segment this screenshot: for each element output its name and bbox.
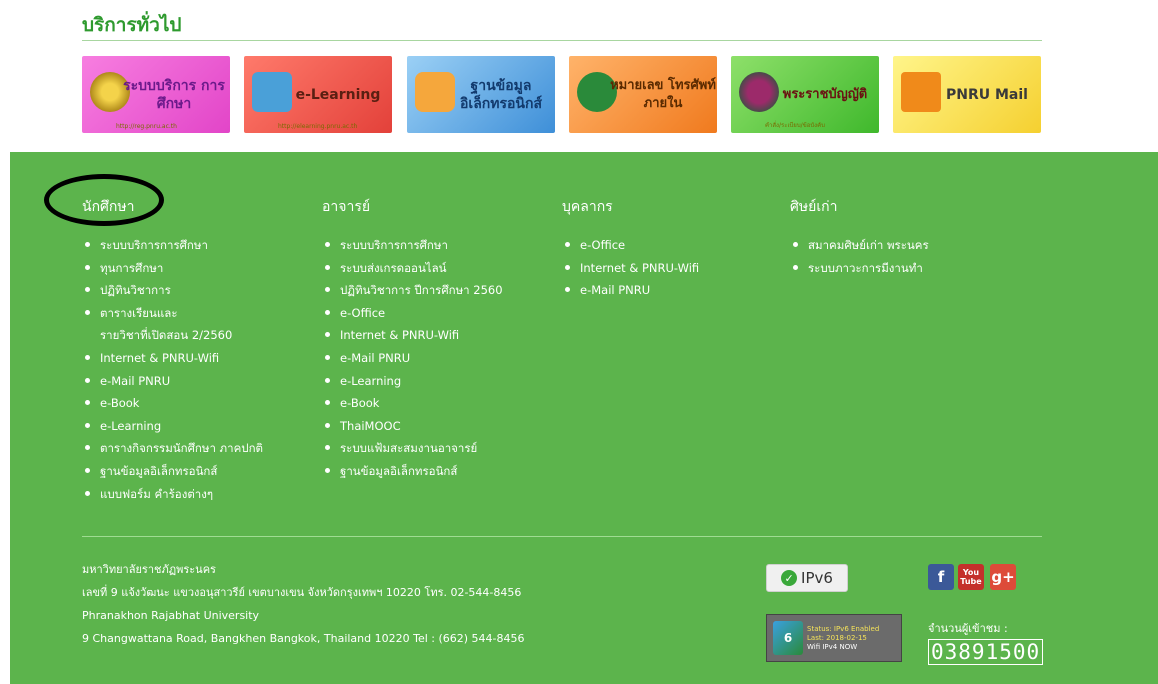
banner-regulations[interactable]: พระราชบัญญัติ คำสั่ง/ระเบียบ/ข้อบังคับ <box>731 56 879 133</box>
footer-link[interactable]: e-Book <box>82 392 263 415</box>
footer-link[interactable]: Internet & PNRU-Wifi <box>322 324 503 347</box>
staff-column: บุคลากร e-Office Internet & PNRU-Wifi e-… <box>562 196 699 302</box>
computer-icon <box>252 72 292 112</box>
footer-link[interactable]: Internet & PNRU-Wifi <box>562 257 699 280</box>
link-line-2: รายวิชาที่เปิดสอน 2/2560 <box>100 328 233 343</box>
footer-link[interactable]: e-Learning <box>82 415 263 438</box>
banner-label: ฐานข้อมูล อิเล็กทรอนิกส์ <box>460 77 542 112</box>
banner-label: PNRU Mail <box>946 86 1028 103</box>
banner-pnru-mail[interactable]: PNRU Mail <box>893 56 1041 133</box>
google-plus-icon[interactable]: g+ <box>990 564 1016 590</box>
address-block: มหาวิทยาลัยราชภัฏพระนคร เลขที่ 9 แจ้งวัฒ… <box>82 558 525 650</box>
banner-label: หมายเลข โทรศัพท์ภายใน <box>610 77 716 111</box>
footer-link[interactable]: e-Office <box>322 302 503 325</box>
teachers-column: อาจารย์ ระบบบริการการศึกษา ระบบส่งเกรดออ… <box>322 196 503 483</box>
youtube-icon[interactable]: You Tube <box>958 564 984 590</box>
footer-link[interactable]: สมาคมศิษย์เก่า พระนคร <box>790 234 929 257</box>
column-heading: อาจารย์ <box>322 199 371 215</box>
footer-link[interactable]: แบบฟอร์ม คำร้องต่างๆ <box>82 483 263 506</box>
banner-e-database[interactable]: ฐานข้อมูล อิเล็กทรอนิกส์ <box>407 56 555 133</box>
seal-icon <box>739 72 779 112</box>
footer-link[interactable]: e-Mail PNRU <box>82 370 263 393</box>
ipv6-label: IPv6 <box>801 569 833 587</box>
column-heading: นักศึกษา <box>82 199 135 215</box>
facebook-icon[interactable]: f <box>928 564 954 590</box>
banner-url: http://elearning.pnru.ac.th <box>278 123 358 130</box>
alumni-column: ศิษย์เก่า สมาคมศิษย์เก่า พระนคร ระบบภาวะ… <box>790 196 929 279</box>
footer-link[interactable]: ทุนการศึกษา <box>82 257 263 280</box>
banner-elearning[interactable]: e-Learning http://elearning.pnru.ac.th <box>244 56 392 133</box>
link-line-1: ตารางเรียนและ <box>100 305 178 320</box>
footer-link[interactable]: ระบบบริการการศึกษา <box>322 234 503 257</box>
checkmark-icon: ✓ <box>781 570 798 586</box>
banner-label: ระบบบริการ การศึกษา <box>123 77 225 112</box>
footer-link[interactable]: ฐานข้อมูลอิเล็กทรอนิกส์ <box>82 460 263 483</box>
footer-link[interactable]: e-Office <box>562 234 699 257</box>
footer-link[interactable]: e-Learning <box>322 370 503 393</box>
address-line: 9 Changwattana Road, Bangkhen Bangkok, T… <box>82 632 525 645</box>
ipv6-logo-icon: 6 <box>773 621 803 655</box>
footer: นักศึกษา ระบบบริการการศึกษา ทุนการศึกษา … <box>10 152 1158 684</box>
column-heading: บุคลากร <box>562 199 613 215</box>
footer-link[interactable]: ระบบแฟ้มสะสมงานอาจารย์ <box>322 437 503 460</box>
section-title: บริการทั่วไป <box>82 14 182 36</box>
address-line: มหาวิทยาลัยราชภัฏพระนคร <box>82 563 216 576</box>
ipv6-badge[interactable]: ✓ IPv6 <box>766 564 848 592</box>
footer-link[interactable]: ThaiMOOC <box>322 415 503 438</box>
footer-link[interactable]: e-Mail PNRU <box>562 279 699 302</box>
column-heading: ศิษย์เก่า <box>790 199 838 215</box>
address-line: Phranakhon Rajabhat University <box>82 609 260 622</box>
footer-link[interactable]: ปฏิทินวิชาการ ปีการศึกษา 2560 <box>322 279 503 302</box>
services-section: บริการทั่วไป ระบบบริการ การศึกษา http://… <box>0 0 1158 152</box>
footer-link[interactable]: ระบบส่งเกรดออนไลน์ <box>322 257 503 280</box>
footer-link[interactable]: ตารางกิจกรรมนักศึกษา ภาคปกติ <box>82 437 263 460</box>
footer-link[interactable]: ระบบภาวะการมีงานทำ <box>790 257 929 280</box>
status-note: Wifi IPv4 NOW <box>807 642 858 651</box>
banner-phone-directory[interactable]: หมายเลข โทรศัพท์ภายใน <box>569 56 717 133</box>
banner-url: http://reg.pnru.ac.th <box>116 123 177 130</box>
footer-link[interactable]: e-Mail PNRU <box>322 347 503 370</box>
status-lines: Status: IPv6 Enabled Last: 2018-02-15 Wi… <box>807 625 879 652</box>
visitor-counter-label: จำนวนผู้เข้าชม : <box>928 622 1008 635</box>
status-last: Last: 2018-02-15 <box>807 633 867 642</box>
footer-link[interactable]: ปฏิทินวิชาการ <box>82 279 263 302</box>
footer-link[interactable]: e-Book <box>322 392 503 415</box>
banner-subtitle: คำสั่ง/ระเบียบ/ข้อบังคับ <box>765 122 825 129</box>
footer-link[interactable]: ตารางเรียนและรายวิชาที่เปิดสอน 2/2560 <box>82 302 263 347</box>
footer-link[interactable]: ระบบบริการการศึกษา <box>82 234 263 257</box>
ipv6-status-box[interactable]: 6 Status: IPv6 Enabled Last: 2018-02-15 … <box>766 614 902 662</box>
footer-link[interactable]: Internet & PNRU-Wifi <box>82 347 263 370</box>
visitor-counter: 03891500 <box>928 639 1044 665</box>
address-line: เลขที่ 9 แจ้งวัฒนะ แขวงอนุสาวรีย์ เขตบาง… <box>82 586 522 599</box>
students-column: นักศึกษา ระบบบริการการศึกษา ทุนการศึกษา … <box>82 196 263 505</box>
banner-reg-service[interactable]: ระบบบริการ การศึกษา http://reg.pnru.ac.t… <box>82 56 230 133</box>
status-text: Status: IPv6 Enabled <box>807 624 880 633</box>
footer-link[interactable]: ฐานข้อมูลอิเล็กทรอนิกส์ <box>322 460 503 483</box>
banner-label: พระราชบัญญัติ <box>782 86 868 102</box>
footer-divider <box>82 536 1042 537</box>
title-divider <box>82 40 1042 41</box>
email-icon <box>901 72 941 112</box>
banner-label: e-Learning <box>295 86 381 103</box>
